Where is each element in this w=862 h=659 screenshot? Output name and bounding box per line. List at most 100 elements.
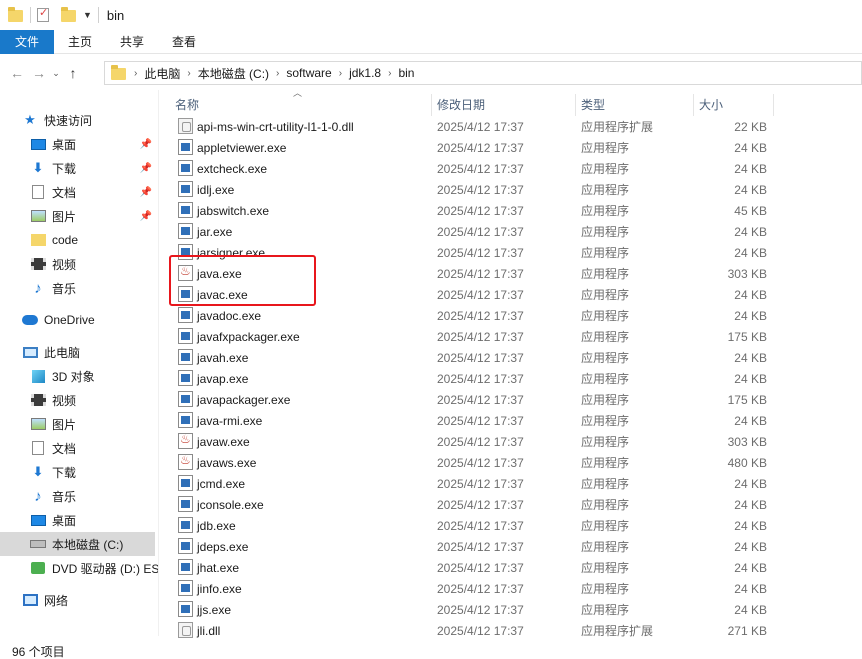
chevron-down-icon[interactable]: ▼ xyxy=(83,10,92,20)
file-row[interactable]: jli.dll 2025/4/12 17:37 应用程序扩展 271 KB xyxy=(170,620,780,641)
pane-divider xyxy=(158,90,159,636)
column-header-type[interactable]: 类型 xyxy=(576,94,694,116)
tab-share[interactable]: 共享 xyxy=(106,30,158,54)
sidebar-item-local-disk[interactable]: 本地磁盘 (C:) xyxy=(0,532,155,556)
sidebar-item-documents[interactable]: 文档 xyxy=(30,436,158,460)
file-row[interactable]: javaw.exe 2025/4/12 17:37 应用程序 303 KB xyxy=(170,431,780,452)
file-row[interactable]: jconsole.exe 2025/4/12 17:37 应用程序 24 KB xyxy=(170,494,780,515)
sidebar-item-music[interactable]: ♪ 音乐 xyxy=(30,276,158,300)
sidebar-item-network[interactable]: 网络 xyxy=(22,588,158,612)
address-bar[interactable]: › 此电脑 › 本地磁盘 (C:) › software › jdk1.8 › … xyxy=(104,61,862,85)
file-row[interactable]: jhat.exe 2025/4/12 17:37 应用程序 24 KB xyxy=(170,557,780,578)
column-header-name[interactable]: 名称 xyxy=(170,94,432,116)
sidebar-item-this-pc[interactable]: 此电脑 xyxy=(22,340,158,364)
file-row[interactable]: appletviewer.exe 2025/4/12 17:37 应用程序 24 KB xyxy=(170,137,780,158)
file-row[interactable]: jarsigner.exe 2025/4/12 17:37 应用程序 24 KB xyxy=(170,242,780,263)
file-size: 24 KB xyxy=(734,371,767,386)
pin-icon[interactable]: 📌 xyxy=(140,163,152,174)
sidebar-item-music[interactable]: ♪ 音乐 xyxy=(30,484,158,508)
file-name: jconsole.exe xyxy=(197,497,264,512)
sidebar-item-label: 桌面 xyxy=(52,137,77,152)
breadcrumb-separator-icon[interactable]: › xyxy=(339,68,342,79)
breadcrumb-separator-icon[interactable]: › xyxy=(187,68,190,79)
sidebar-item-dvd-drive[interactable]: DVD 驱动器 (D:) ES xyxy=(30,556,158,580)
sidebar-item-videos[interactable]: 视频 xyxy=(30,252,158,276)
file-size: 22 KB xyxy=(734,119,767,134)
pin-icon[interactable]: 📌 xyxy=(140,139,152,150)
file-row[interactable]: javah.exe 2025/4/12 17:37 应用程序 24 KB xyxy=(170,347,780,368)
sidebar-item-downloads[interactable]: ⬇ 下载 xyxy=(30,460,158,484)
file-row[interactable]: jdeps.exe 2025/4/12 17:37 应用程序 24 KB xyxy=(170,536,780,557)
up-arrow-icon[interactable]: ↑ xyxy=(62,65,84,81)
file-row[interactable]: javapackager.exe 2025/4/12 17:37 应用程序 175 K… xyxy=(170,389,780,410)
sidebar-item-videos[interactable]: 视频 xyxy=(30,388,158,412)
exe-file-icon xyxy=(178,412,193,428)
breadcrumb-this-pc[interactable]: 此电脑 xyxy=(144,65,180,82)
file-size: 24 KB xyxy=(734,287,767,302)
file-row[interactable]: javac.exe 2025/4/12 17:37 应用程序 24 KB xyxy=(170,284,780,305)
breadcrumb-separator-icon[interactable]: › xyxy=(134,68,137,79)
file-row[interactable]: jabswitch.exe 2025/4/12 17:37 应用程序 45 KB xyxy=(170,200,780,221)
forward-arrow-icon[interactable]: → xyxy=(28,65,50,81)
breadcrumb-separator-icon[interactable]: › xyxy=(276,68,279,79)
sidebar-item-desktop[interactable]: 桌面 📌 xyxy=(30,132,158,156)
file-row[interactable]: jinfo.exe 2025/4/12 17:37 应用程序 24 KB xyxy=(170,578,780,599)
navigation-bar: ← → ⌄ ↑ › 此电脑 › 本地磁盘 (C:) › software › j… xyxy=(0,60,862,86)
file-date: 2025/4/12 17:37 xyxy=(437,203,524,218)
3d-objects-icon xyxy=(30,368,46,384)
tab-home[interactable]: 主页 xyxy=(54,30,106,54)
sidebar-item-label: 图片 xyxy=(52,417,77,432)
pin-icon[interactable]: 📌 xyxy=(140,187,152,198)
breadcrumb-jdk[interactable]: jdk1.8 xyxy=(349,66,381,80)
sidebar-item-3d-objects[interactable]: 3D 对象 xyxy=(30,364,158,388)
sidebar-item-desktop[interactable]: 桌面 xyxy=(30,508,158,532)
file-row[interactable]: javafxpackager.exe 2025/4/12 17:37 应用程序 175… xyxy=(170,326,780,347)
file-row[interactable]: javaws.exe 2025/4/12 17:37 应用程序 480 KB xyxy=(170,452,780,473)
tab-file[interactable]: 文件 xyxy=(0,30,54,54)
file-row[interactable]: javap.exe 2025/4/12 17:37 应用程序 24 KB xyxy=(170,368,780,389)
file-type: 应用程序 xyxy=(581,393,630,407)
breadcrumb-local-disk[interactable]: 本地磁盘 (C:) xyxy=(198,65,269,82)
back-arrow-icon[interactable]: ← xyxy=(6,65,28,81)
file-row[interactable]: jjs.exe 2025/4/12 17:37 应用程序 24 KB xyxy=(170,599,780,620)
java-app-icon xyxy=(178,453,193,470)
file-name: appletviewer.exe xyxy=(197,140,287,155)
sidebar-quick-access[interactable]: ★ 快速访问 xyxy=(22,108,158,132)
recent-locations-chevron-icon[interactable]: ⌄ xyxy=(50,68,62,79)
breadcrumb-bin[interactable]: bin xyxy=(398,66,414,80)
java-app-icon xyxy=(178,264,193,281)
file-row[interactable]: idlj.exe 2025/4/12 17:37 应用程序 24 KB xyxy=(170,179,780,200)
sidebar-item-downloads[interactable]: ⬇ 下载 📌 xyxy=(30,156,158,180)
file-date: 2025/4/12 17:37 xyxy=(437,539,524,554)
file-size: 271 KB xyxy=(727,623,767,638)
file-type: 应用程序 xyxy=(581,141,630,155)
column-header-size[interactable]: 大小 xyxy=(694,94,774,116)
sidebar-item-code[interactable]: code xyxy=(30,228,158,252)
sidebar-item-onedrive[interactable]: OneDrive xyxy=(22,308,158,332)
breadcrumb-separator-icon[interactable]: › xyxy=(388,68,391,79)
file-row[interactable]: javadoc.exe 2025/4/12 17:37 应用程序 24 KB xyxy=(170,305,780,326)
sidebar-item-documents[interactable]: 文档 📌 xyxy=(30,180,158,204)
file-row[interactable]: jar.exe 2025/4/12 17:37 应用程序 24 KB xyxy=(170,221,780,242)
properties-icon[interactable] xyxy=(37,6,53,23)
file-row[interactable]: extcheck.exe 2025/4/12 17:37 应用程序 24 KB xyxy=(170,158,780,179)
file-row[interactable]: jcmd.exe 2025/4/12 17:37 应用程序 24 KB xyxy=(170,473,780,494)
sidebar-item-pictures[interactable]: 图片 📌 xyxy=(30,204,158,228)
folder-icon xyxy=(30,232,46,248)
file-type: 应用程序 xyxy=(581,414,630,428)
new-folder-icon[interactable] xyxy=(61,7,77,23)
sidebar-item-pictures[interactable]: 图片 xyxy=(30,412,158,436)
file-row[interactable]: api-ms-win-crt-utility-l1-1-0.dll 2025/4/… xyxy=(170,116,780,137)
pin-icon[interactable]: 📌 xyxy=(140,211,152,222)
breadcrumb-software[interactable]: software xyxy=(286,66,331,80)
tab-view[interactable]: 查看 xyxy=(158,30,210,54)
file-row[interactable]: jdb.exe 2025/4/12 17:37 应用程序 24 KB xyxy=(170,515,780,536)
column-header-date[interactable]: 修改日期 xyxy=(432,94,576,116)
file-row[interactable]: java-rmi.exe 2025/4/12 17:37 应用程序 24 KB xyxy=(170,410,780,431)
exe-file-icon xyxy=(178,223,193,239)
file-size: 24 KB xyxy=(734,161,767,176)
dll-file-icon xyxy=(178,622,193,638)
video-icon xyxy=(30,392,46,408)
file-row[interactable]: java.exe 2025/4/12 17:37 应用程序 303 KB xyxy=(170,263,780,284)
file-type: 应用程序 xyxy=(581,183,630,197)
